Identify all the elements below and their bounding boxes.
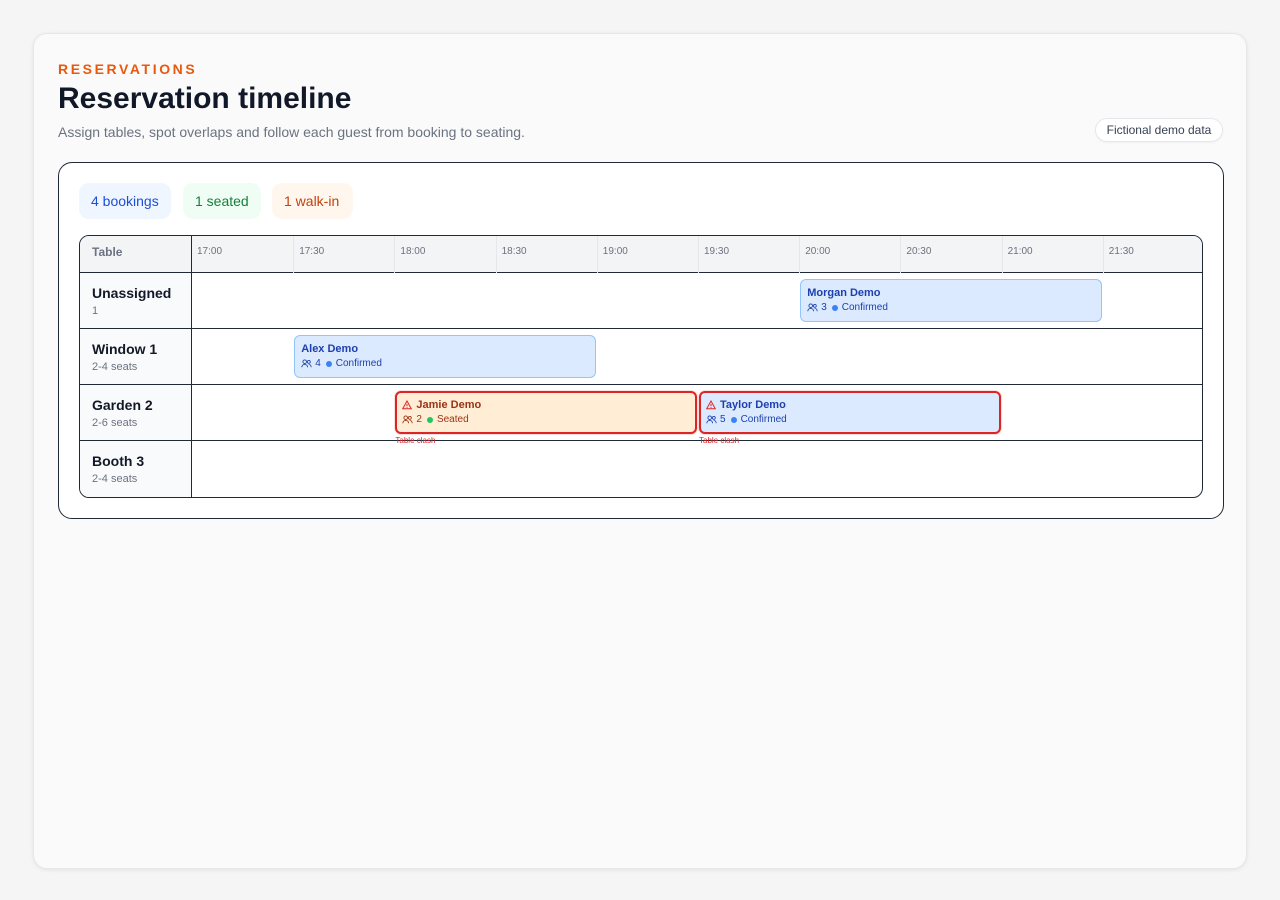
booking-status: Confirmed	[335, 358, 382, 369]
table-column-header: Table	[92, 245, 123, 259]
time-tick-1730: 17:30	[293, 236, 394, 273]
row-table-name: Window 1	[92, 341, 158, 357]
booking-meta: 4 Confirmed	[301, 358, 589, 369]
row-label-cell	[80, 441, 191, 497]
booking-guest-row: Taylor Demo	[705, 399, 994, 411]
page-card: RESERVATIONS Reservation timeline Assign…	[33, 33, 1247, 869]
booking-meta: 2 Seated	[402, 414, 690, 425]
timeline-grid: Table 17:00 17:30 18:00 18:30 19:00 19:30 20:0…	[79, 235, 1203, 498]
time-tick-2030: 20:30	[900, 236, 1001, 273]
booking-party-size: 4	[315, 358, 321, 369]
booking-meta: 3 Confirmed	[807, 302, 1095, 313]
row-table-name: Booth 3	[92, 453, 145, 469]
booking-meta: 5 Confirmed	[706, 414, 994, 425]
booking-block[interactable]: Morgan Demo 3 Confirmed	[800, 279, 1102, 322]
row-table-capacity: 2-4 seats	[92, 473, 138, 485]
time-tick-2130: 21:30	[1102, 236, 1202, 273]
row-table-capacity: 2-6 seats	[92, 417, 138, 429]
status-dot	[426, 416, 433, 423]
booking-status: Seated	[436, 414, 469, 425]
walkin-count-chip[interactable]: 1 walk-in	[272, 183, 353, 219]
row-table-capacity: 2-4 seats	[92, 361, 138, 373]
booking-guest-row: Alex Demo	[301, 343, 589, 355]
status-dot	[730, 416, 737, 423]
status-dot	[831, 304, 838, 311]
booking-party-size: 2	[416, 414, 422, 425]
page-subtitle: Assign tables, spot overlaps and follow …	[58, 124, 525, 140]
people-icon	[706, 415, 717, 424]
people-icon	[807, 303, 818, 312]
row-table-capacity: 1	[92, 305, 99, 317]
booking-status: Confirmed	[841, 302, 888, 313]
seated-count-chip[interactable]: 1 seated	[183, 183, 261, 219]
time-tick-1700: 17:00	[197, 246, 223, 257]
page-title: Reservation timeline	[58, 82, 352, 115]
booking-guest-name: Alex Demo	[301, 343, 359, 355]
table-clash-label: Table clash	[699, 436, 740, 445]
row-table-name: Garden 2	[92, 397, 153, 413]
people-icon	[301, 359, 312, 368]
booking-block[interactable]: Alex Demo 4 Confirmed	[294, 335, 596, 378]
booking-block[interactable]: Taylor Demo 5 Confirmed	[699, 391, 1001, 434]
status-dot	[325, 360, 332, 367]
table-clash-label: Table clash	[395, 436, 436, 445]
demo-data-badge: Fictional demo data	[1095, 118, 1223, 142]
time-tick-1930: 19:30	[698, 236, 799, 273]
booking-party-size: 3	[821, 302, 827, 313]
timeline-panel: 4 bookings 1 seated 1 walk-in Table 17:0…	[58, 162, 1224, 519]
label-column-divider	[191, 236, 192, 497]
time-tick-1800: 18:00	[394, 236, 495, 273]
timeline-header: Table 17:00 17:30 18:00 18:30 19:00 19:30 20:0…	[80, 236, 1202, 273]
booking-guest-row: Morgan Demo	[807, 287, 1095, 299]
time-tick-2000: 20:00	[799, 236, 900, 273]
booking-guest-name: Jamie Demo	[416, 399, 482, 411]
booking-guest-name: Morgan Demo	[807, 287, 881, 299]
table-row: Booth 3 2-4 seats	[80, 441, 1202, 497]
booking-guest-row: Jamie Demo	[402, 399, 690, 411]
section-eyebrow: RESERVATIONS	[58, 61, 198, 77]
warning-icon	[705, 399, 717, 410]
bookings-count-chip[interactable]: 4 bookings	[79, 183, 171, 219]
time-tick-1830: 18:30	[495, 236, 597, 273]
table-row: Window 1 2-4 seats	[80, 329, 1202, 385]
booking-block[interactable]: Jamie Demo 2 Seated	[395, 391, 697, 434]
row-table-name: Unassigned	[92, 285, 172, 301]
time-tick-2100: 21:00	[1001, 236, 1103, 273]
booking-party-size: 5	[720, 414, 726, 425]
booking-status: Confirmed	[740, 414, 787, 425]
people-icon	[402, 415, 413, 424]
booking-guest-name: Taylor Demo	[720, 399, 786, 411]
time-tick-1900: 19:00	[596, 236, 698, 273]
warning-icon	[402, 399, 413, 410]
